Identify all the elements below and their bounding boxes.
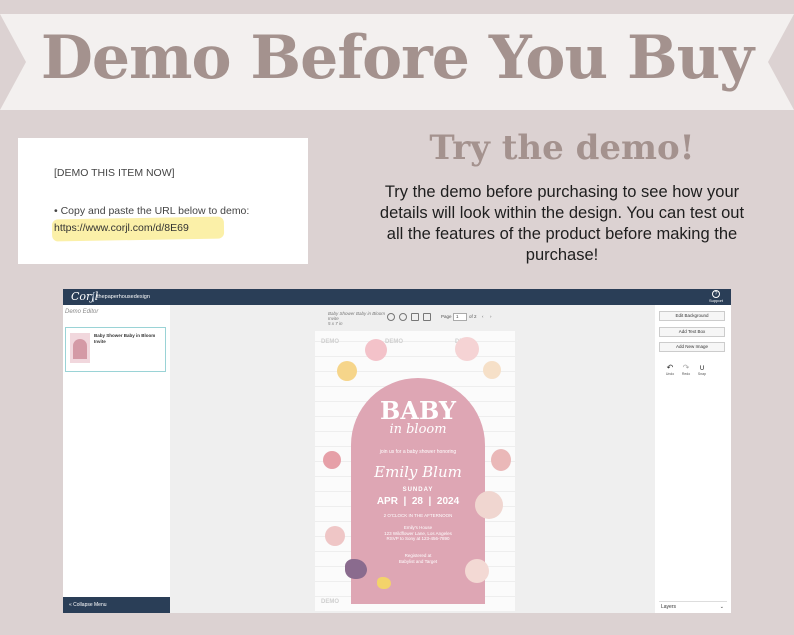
document-info: Baby Shower Baby in Bloom Invite 5 x 7 i… (328, 311, 388, 326)
invite-time: 2 O'CLOCK IN THE AFTERNOON (383, 513, 453, 518)
undo-icon[interactable]: ↶ (663, 363, 677, 372)
left-sidebar: Demo Editor Baby Shower Baby in Bloom In… (63, 305, 170, 613)
collapse-menu-button[interactable]: « Collapse Menu (63, 597, 170, 613)
flower-decoration (365, 339, 387, 361)
add-new-image-button[interactable]: Add New Image (659, 342, 725, 352)
document-title: Baby Shower Baby in Bloom Invite (328, 311, 386, 321)
invite-venue: Emily's House 123 Wildflower Lane, Los A… (351, 525, 485, 542)
layers-label: Layers (661, 604, 677, 610)
right-panel: Edit Background Add Text Box Add New Ima… (655, 305, 731, 613)
snap-label: Snap (697, 372, 707, 376)
invite-honoree-name: Emily Blum (374, 463, 462, 481)
layers-dropdown[interactable]: Layers ⌄ (659, 601, 727, 611)
flower-decoration (323, 451, 341, 469)
invite-date-num: 28 (411, 496, 423, 507)
prev-page-icon[interactable]: ‹ (482, 314, 484, 319)
support-link[interactable]: Support (709, 298, 723, 303)
invite-venue-line: RSVP to Sony at 123-456-7890 (386, 536, 450, 541)
invite-thumbnail (70, 333, 90, 363)
demo-card: [DEMO THIS ITEM NOW] • Copy and paste th… (18, 138, 308, 264)
sidebar-item-label: Baby Shower Baby in Bloom Invite (94, 333, 156, 344)
zoom-out-icon[interactable] (399, 313, 407, 321)
demo-instruction: • Copy and paste the URL below to demo: (54, 205, 250, 217)
history-controls: ↶ Undo ↷ Redo ∪ Snap (663, 363, 723, 379)
butterfly-icon (377, 577, 391, 589)
document-size: 5 x 7 in (328, 321, 343, 326)
demo-heading: [DEMO THIS ITEM NOW] (54, 167, 175, 179)
help-icon[interactable]: ? (712, 290, 720, 298)
invite-month: APR (376, 496, 398, 507)
flower-decoration (491, 449, 511, 471)
invitation-canvas[interactable]: DEMO DEMO DEMO DEMO DEMO BABY in bloom j… (315, 331, 515, 611)
corjl-logo[interactable]: Corjl (71, 289, 98, 305)
add-text-box-button[interactable]: Add Text Box (659, 327, 725, 337)
sidebar-title: Demo Editor (65, 309, 99, 315)
promo-title: Try the demo! (429, 128, 695, 168)
logo-divider (93, 292, 94, 302)
flower-decoration (325, 526, 345, 546)
page-total: of 2 (469, 314, 477, 319)
demo-url-link[interactable]: https://www.corjl.com/d/8E69 (54, 222, 189, 234)
invite-registry: Registered at Babylist and Target (351, 553, 485, 564)
banner-title: Demo Before You Buy (40, 23, 754, 93)
invite-date: APR | 28 | 2024 (376, 496, 460, 507)
watermark: DEMO (321, 339, 339, 345)
watermark: DEMO (321, 599, 339, 605)
copy-icon[interactable] (411, 313, 419, 321)
invite-day: SUNDAY (402, 487, 434, 493)
snap-icon[interactable]: ∪ (695, 363, 709, 372)
chevron-down-icon: ⌄ (719, 604, 724, 610)
editor-top-bar: Corjl thepaperhousedesign ? Support (63, 289, 731, 305)
invite-bloom-text: in bloom (389, 422, 447, 437)
promo-body: Try the demo before purchasing to see ho… (379, 183, 745, 264)
trash-icon[interactable] (423, 313, 431, 321)
flower-decoration (337, 361, 357, 381)
canvas-toolbar: Page 1 of 2 ‹ › (387, 313, 507, 323)
demo-editor-window: Corjl thepaperhousedesign ? Support Demo… (63, 289, 731, 613)
watermark: DEMO (385, 339, 403, 345)
redo-label: Redo (681, 372, 691, 376)
edit-background-button[interactable]: Edit Background (659, 311, 725, 321)
flower-decoration (455, 337, 479, 361)
page-label: Page (441, 314, 452, 319)
invite-year: 2024 (436, 496, 460, 507)
redo-icon[interactable]: ↷ (679, 363, 693, 372)
undo-label: Undo (665, 372, 675, 376)
invite-baby-text: BABY (380, 396, 456, 425)
shop-name: thepaperhousedesign (97, 294, 150, 300)
invite-join-text: join us for a baby shower honoring (379, 449, 457, 455)
invite-registry-line: Babylist and Target (398, 558, 438, 564)
next-page-icon[interactable]: › (490, 314, 492, 319)
page-input[interactable]: 1 (453, 313, 467, 321)
flower-decoration (483, 361, 501, 379)
zoom-in-icon[interactable] (387, 313, 395, 321)
sidebar-item-invite[interactable]: Baby Shower Baby in Bloom Invite (65, 327, 166, 372)
